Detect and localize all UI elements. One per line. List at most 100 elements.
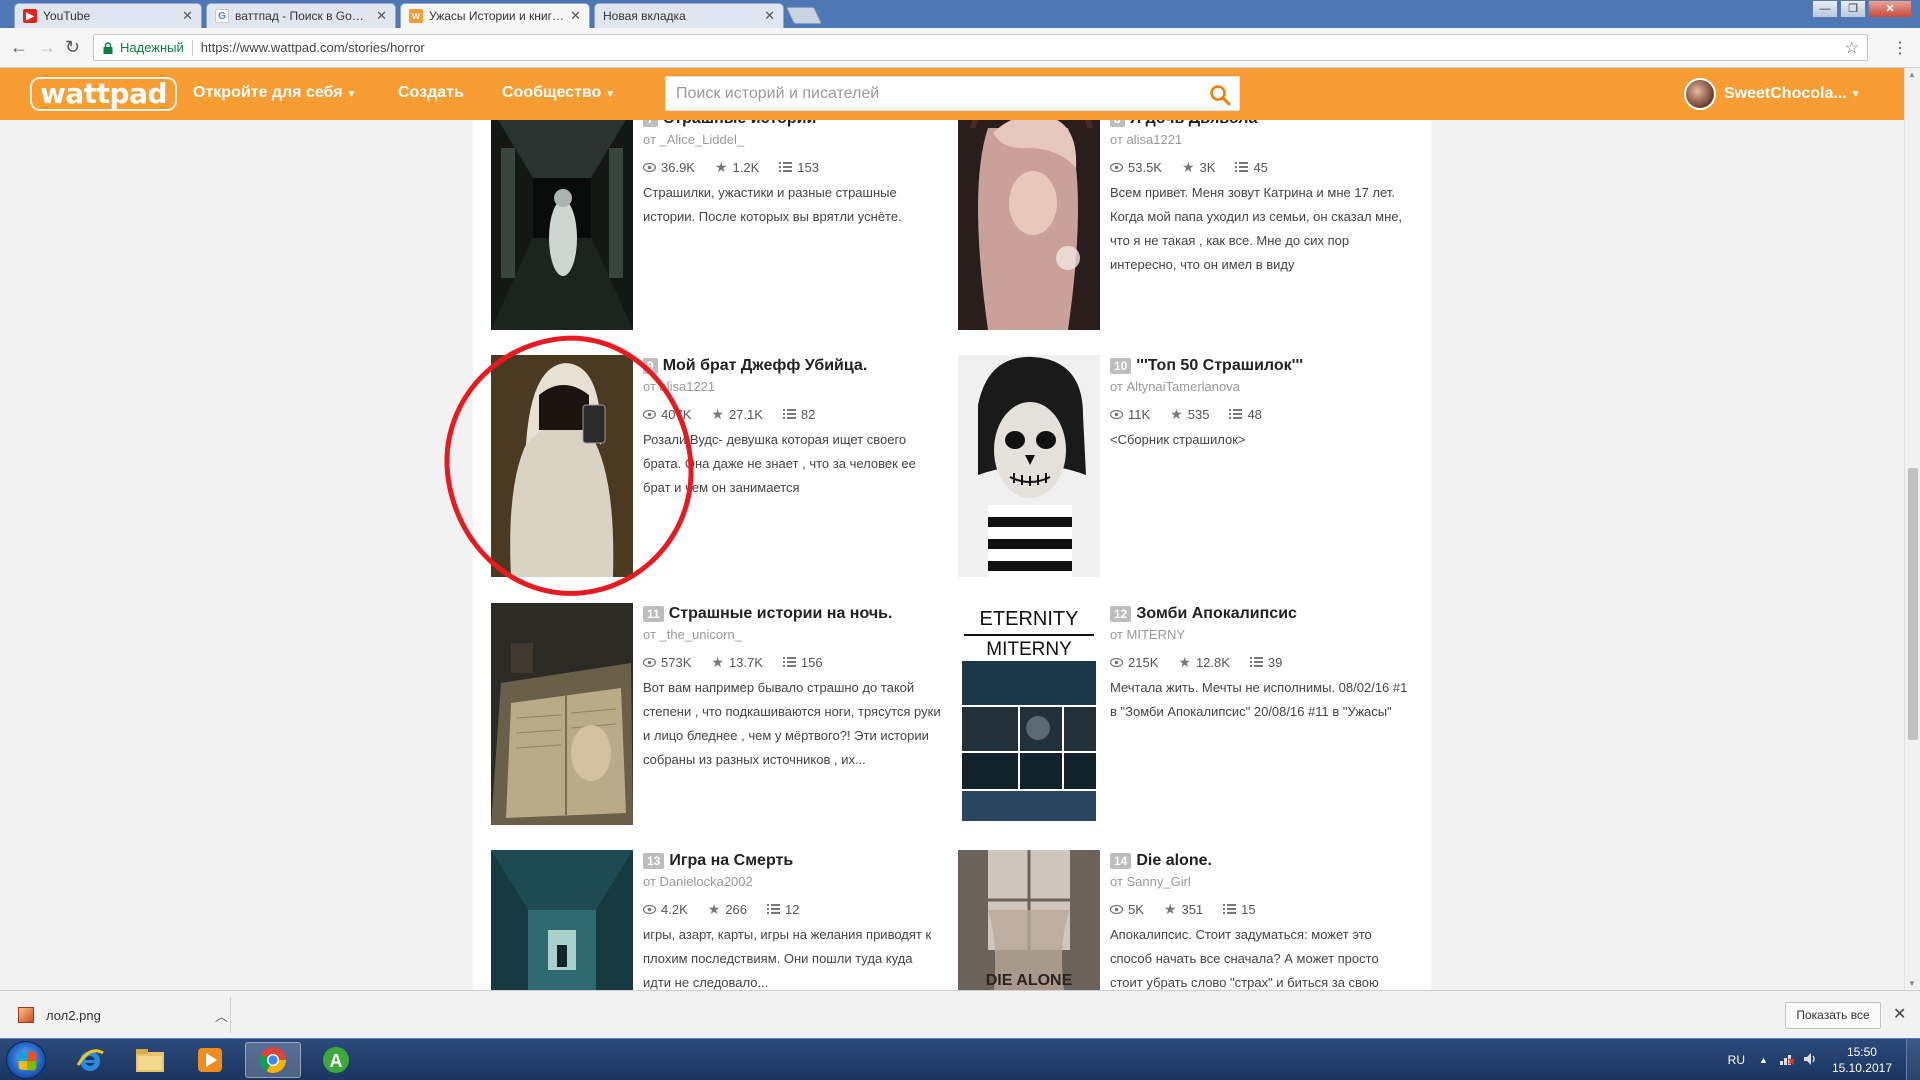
story-cover[interactable] [491,850,633,990]
tab-wattpad-horror[interactable]: w Ужасы Истории и книги б ✕ [400,3,590,28]
story-card[interactable]: 13 Игра на Смерть от Danielocka2002 4.2K … [491,850,951,990]
story-card[interactable]: ETERNITY MITERNY 12 Зомби Апокалипсис от … [958,603,1418,829]
close-tab-icon[interactable]: ✕ [182,8,193,24]
story-title[interactable]: Я дочь Дьявола [1130,120,1258,128]
story-title[interactable]: Зомби Апокалипсис [1136,605,1297,623]
story-description: Вот вам например бывало страшно до такой… [643,680,941,767]
reload-icon[interactable]: ↻ [65,37,80,58]
close-icon[interactable]: ✕ [1893,1004,1906,1024]
story-author[interactable]: от alisa1221 [643,379,943,397]
story-author[interactable]: от Danielocka2002 [643,874,943,892]
story-cover[interactable] [491,120,633,330]
scroll-up-arrow-icon[interactable]: ▲ [1908,70,1916,79]
reads-count: 11K [1128,406,1151,422]
reads-count: 573K [661,654,692,670]
user-menu[interactable]: SweetChocola... ▼ [1684,78,1861,110]
nav-community[interactable]: Сообщество ▼ [502,84,615,102]
star-icon: ★ [1163,900,1177,917]
chevron-down-icon: ▼ [346,89,357,100]
nav-discover[interactable]: Откройте для себя ▼ [193,84,356,102]
show-desktop-button[interactable] [1906,1039,1920,1080]
parts-count: 82 [800,406,816,422]
eye-icon [1110,409,1123,419]
story-title[interactable]: Мой брат Джефф Убийца. [663,357,868,375]
eye-icon [643,409,656,419]
file-explorer-icon[interactable] [122,1042,178,1078]
tab-title: Новая вкладка [603,9,686,23]
votes-count: 351 [1181,901,1204,917]
image-file-icon [18,1007,34,1023]
story-card[interactable]: 11 Страшные истории на ночь. от _the_unic… [491,603,951,829]
story-title[interactable]: Страшные истории на ночь. [669,605,893,623]
eye-icon [643,162,656,172]
new-tab-button[interactable] [786,7,822,24]
google-icon: G [215,9,229,23]
story-author[interactable]: от _the_unicorn_ [643,627,943,645]
tray-expand-icon[interactable]: ▲ [1759,1055,1768,1065]
story-title[interactable]: Игра на Смерть [669,852,793,870]
chrome-taskbar-icon[interactable] [245,1042,301,1078]
clock[interactable]: 15:50 15.10.2017 [1832,1044,1892,1076]
network-icon[interactable] [1779,1053,1795,1068]
story-cover[interactable] [958,355,1100,577]
story-description: Апокалипсис. Стоит задуматься: может это… [1110,927,1379,990]
url-text[interactable]: https://www.wattpad.com/stories/horror [201,40,1845,55]
page-scrollbar[interactable]: ▲ ▼ [1904,68,1920,990]
eye-icon [1110,657,1123,667]
forward-arrow-icon[interactable]: → [38,37,56,58]
story-author[interactable]: от AltynaiTamerlanova [1110,379,1410,397]
window-close-button[interactable]: ✕ [1868,0,1912,18]
story-card[interactable]: 9 Мой брат Джефф Убийца. от alisa1221 407… [491,355,951,581]
rank-badge: 13 [643,853,665,869]
story-title[interactable]: '''Топ 50 Страшилок''' [1136,357,1303,375]
language-indicator[interactable]: RU [1728,1053,1745,1067]
address-bar[interactable]: Надежный https://www.wattpad.com/stories… [93,34,1868,61]
story-stats: 53.5K ★ 3K 45 [1110,158,1410,176]
search-icon[interactable] [1209,84,1231,106]
story-title[interactable]: Страшные истории [663,120,817,128]
scroll-down-arrow-icon[interactable]: ▼ [1908,979,1916,988]
close-tab-icon[interactable]: ✕ [764,8,775,24]
story-cover[interactable] [958,120,1100,330]
story-author[interactable]: от _Alice_Liddel_ [643,132,943,150]
story-cover[interactable] [491,355,633,577]
back-arrow-icon[interactable]: ← [10,37,28,58]
story-title[interactable]: Die alone. [1136,852,1212,870]
story-cover[interactable]: ETERNITY MITERNY [958,603,1100,825]
story-card[interactable]: 7 Страшные истории от _Alice_Liddel_ 36.9… [491,120,951,334]
story-author[interactable]: от MITERNY [1110,627,1410,645]
story-card[interactable]: 8 Я дочь Дьявола от alisa1221 53.5K ★3K 4… [958,120,1418,334]
tab-title: Ужасы Истории и книги б [429,9,565,23]
wattpad-logo[interactable]: wattpad [30,77,178,111]
cover-title-line1: ETERNITY [980,608,1079,630]
green-app-icon[interactable]: A [308,1042,364,1078]
story-author[interactable]: от alisa1221 [1110,132,1410,150]
story-card[interactable]: 10 '''Топ 50 Страшилок''' от AltynaiTamer… [958,355,1418,581]
browser-menu-icon[interactable]: ⋮ [1892,38,1908,58]
close-tab-icon[interactable]: ✕ [376,8,387,24]
internet-explorer-icon[interactable] [62,1042,118,1078]
story-cover[interactable]: DIE ALONE [958,850,1100,990]
minimize-button[interactable]: — [1812,0,1838,18]
nav-create[interactable]: Создать [398,84,464,102]
story-author[interactable]: от Sanny_Girl [1110,874,1410,892]
show-all-downloads-button[interactable]: Показать все [1785,1002,1881,1029]
tab-youtube[interactable]: ▶ YouTube ✕ [14,3,202,28]
close-tab-icon[interactable]: ✕ [570,8,581,24]
download-item[interactable]: лол2.png ︿ [18,1001,228,1029]
story-card[interactable]: DIE ALONE 14 Die alone. от Sanny_Girl 5K … [958,850,1418,990]
votes-count: 266 [725,901,748,917]
votes-count: 1.2K [732,159,760,175]
tab-new-tab[interactable]: Новая вкладка ✕ [594,3,784,28]
search-input[interactable] [666,77,1186,110]
volume-icon[interactable] [1803,1052,1818,1068]
votes-count: 12.8K [1195,654,1230,670]
scrollbar-thumb[interactable] [1908,468,1918,740]
tab-google-search[interactable]: G ваттпад - Поиск в Google ✕ [206,3,396,28]
maximize-button[interactable]: ❐ [1840,0,1866,18]
media-player-icon[interactable] [182,1042,238,1078]
start-button[interactable] [6,1041,46,1079]
bookmark-star-icon[interactable]: ☆ [1845,38,1859,58]
chevron-up-icon[interactable]: ︿ [215,1006,228,1025]
story-cover[interactable] [491,603,633,825]
